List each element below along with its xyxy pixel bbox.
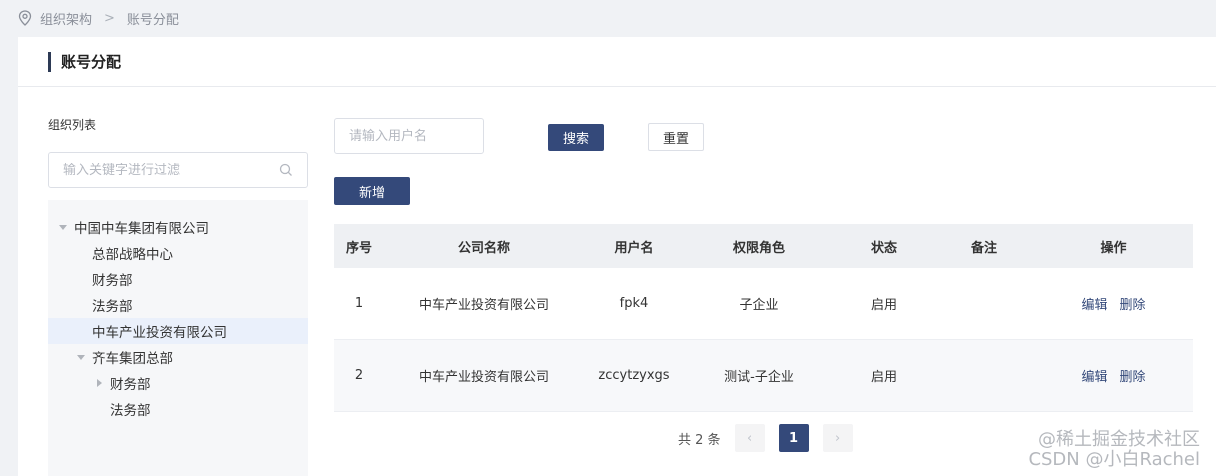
edit-link[interactable]: 编辑	[1081, 366, 1107, 385]
location-pin-icon	[18, 10, 32, 26]
col-header-actions: 操作	[1100, 240, 1127, 256]
caret-placeholder	[76, 300, 86, 310]
cell-no: 1	[354, 296, 364, 311]
main-card: 账号分配 组织列表 中国中车集团有限公司总部战略中心财务部法务部中车产业投资有限…	[18, 37, 1216, 476]
col-header-role: 权限角色	[732, 240, 785, 256]
delete-link[interactable]: 删除	[1120, 294, 1146, 313]
col-header-username: 用户名	[614, 240, 654, 256]
card-header: 账号分配	[18, 37, 1216, 87]
cell-status: 启用	[870, 370, 897, 385]
org-tree: 中国中车集团有限公司 总部战略中心 财务部 法务部 中车产业投资有限公司 齐车集团总部 财务…	[48, 200, 308, 476]
username-search-input[interactable]	[334, 118, 484, 154]
tree-filter	[48, 152, 308, 188]
tree-node[interactable]: 齐车集团总部	[48, 344, 308, 370]
total-count: 共 2 条	[678, 432, 721, 448]
col-header-no: 序号	[345, 240, 372, 256]
accounts-table: 序号 公司名称 用户名 权限角色 状态 备注 操作 1 中车产业投资有限公司 f…	[334, 224, 1193, 412]
tree-node-label: 中国中车集团有限公司	[74, 221, 209, 237]
table-header: 序号 公司名称 用户名 权限角色 状态 备注 操作	[334, 224, 1193, 268]
tree-node-label: 齐车集团总部	[92, 351, 173, 367]
cell-company: 中车产业投资有限公司	[418, 370, 549, 385]
col-header-remark: 备注	[970, 240, 997, 256]
caret-placeholder	[94, 404, 104, 414]
col-header-status: 状态	[870, 240, 897, 256]
prev-page-button[interactable]: ‹	[734, 424, 765, 452]
caret-placeholder	[76, 248, 86, 258]
tree-node[interactable]: 中车产业投资有限公司	[48, 318, 308, 344]
cell-role: 测试-子企业	[724, 370, 794, 385]
tree-node-label: 法务部	[110, 403, 151, 419]
tree-node[interactable]: 法务部	[48, 292, 308, 318]
pagination: 共 2 条 ‹ 1 ›	[678, 424, 853, 452]
cell-role: 子企业	[739, 298, 779, 313]
add-button[interactable]: 新增	[334, 177, 410, 205]
caret-down-icon[interactable]	[58, 222, 68, 232]
tree-node-label: 法务部	[92, 299, 133, 315]
tree-node[interactable]: 总部战略中心	[48, 240, 308, 266]
tree-node-label: 财务部	[92, 273, 133, 289]
cell-username: zccytzyxgs	[598, 368, 670, 383]
edit-link[interactable]: 编辑	[1081, 294, 1107, 313]
table-row: 2 中车产业投资有限公司 zccytzyxgs 测试-子企业 启用 编辑 删除	[334, 340, 1193, 412]
cell-no: 2	[354, 368, 364, 383]
org-list-label: 组织列表	[48, 118, 97, 132]
tree-node-label: 财务部	[110, 377, 151, 393]
cell-actions: 编辑 删除	[1034, 294, 1193, 313]
breadcrumb-item-org[interactable]: 组织架构	[40, 9, 92, 28]
tree-node[interactable]: 财务部	[48, 370, 308, 396]
breadcrumb-item-current: 账号分配	[126, 12, 179, 28]
tree-node-label: 总部战略中心	[92, 247, 173, 263]
page-number-button[interactable]: 1	[778, 424, 809, 452]
next-page-button[interactable]: ›	[822, 424, 853, 452]
cell-company: 中车产业投资有限公司	[418, 298, 549, 313]
title-accent-bar	[48, 51, 51, 72]
cell-actions: 编辑 删除	[1034, 366, 1193, 385]
caret-placeholder	[76, 326, 86, 336]
tree-filter-input[interactable]	[63, 162, 279, 178]
table-row: 1 中车产业投资有限公司 fpk4 子企业 启用 编辑 删除	[334, 268, 1193, 340]
reset-button[interactable]: 重置	[648, 123, 704, 151]
tree-node[interactable]: 财务部	[48, 266, 308, 292]
tree-node[interactable]: 法务部	[48, 396, 308, 422]
search-icon[interactable]	[279, 163, 293, 177]
breadcrumb: 组织架构 > 账号分配	[18, 0, 179, 36]
page-title: 账号分配	[61, 53, 122, 71]
cell-username: fpk4	[619, 296, 649, 311]
col-header-company: 公司名称	[457, 240, 510, 256]
caret-right-icon[interactable]	[94, 378, 104, 388]
search-button[interactable]: 搜索	[548, 124, 604, 151]
caret-down-icon[interactable]	[76, 352, 86, 362]
cell-status: 启用	[870, 298, 897, 313]
tree-node-label: 中车产业投资有限公司	[92, 325, 227, 341]
caret-placeholder	[76, 274, 86, 284]
delete-link[interactable]: 删除	[1120, 366, 1146, 385]
org-panel: 组织列表 中国中车集团有限公司总部战略中心财务部法务部中车产业投资有限公司齐车集…	[48, 118, 308, 476]
tree-node[interactable]: 中国中车集团有限公司	[48, 214, 308, 240]
breadcrumb-separator: >	[104, 10, 115, 26]
